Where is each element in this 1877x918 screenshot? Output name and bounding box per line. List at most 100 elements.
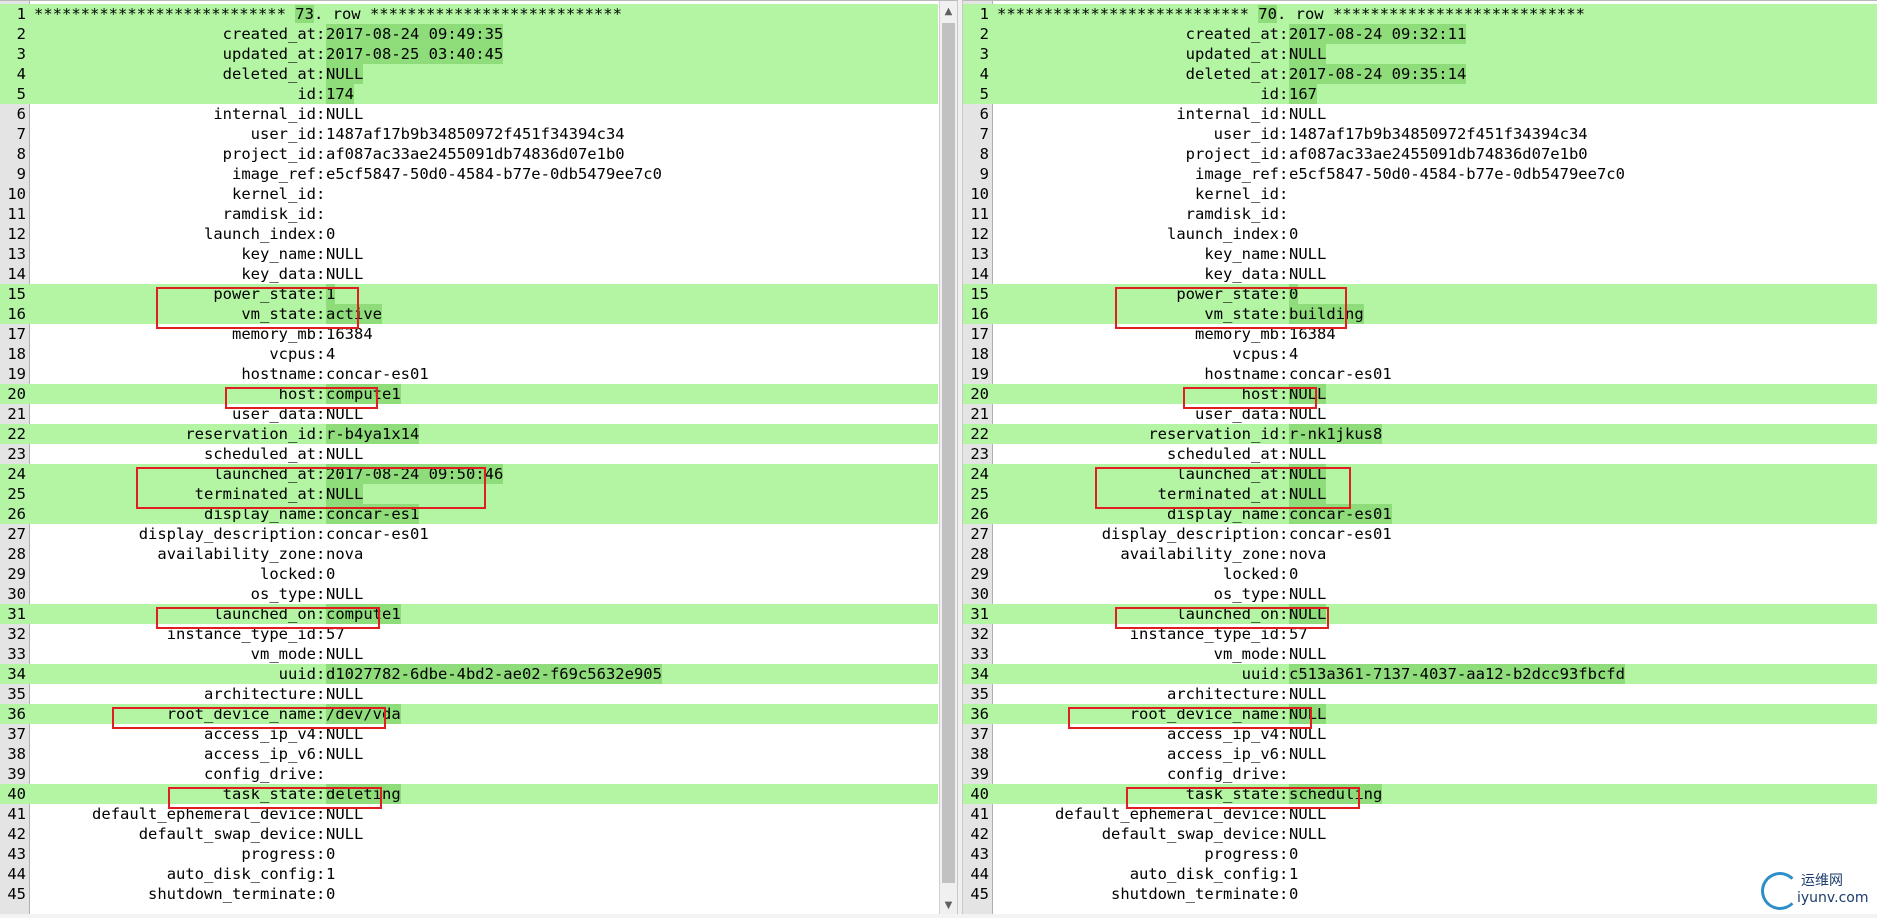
field-name: id: [297, 85, 316, 103]
field-separator: :: [1279, 845, 1289, 863]
field-value: af087ac33ae2455091db74836d07e1b0: [326, 145, 625, 163]
field-value: 57: [326, 625, 345, 643]
diff-line: 8 project_id: af087ac33ae2455091db74836d07…: [963, 144, 1877, 164]
field-separator: :: [316, 885, 326, 903]
field-value: NULL: [326, 484, 364, 504]
field-value: NULL: [1289, 805, 1327, 823]
field-separator: :: [1279, 485, 1289, 503]
field-value: compute1: [326, 384, 401, 404]
field-value: NULL: [326, 445, 364, 463]
line-number: 23: [7, 445, 26, 463]
line-number: 28: [7, 545, 26, 563]
field-name: image_ref: [232, 165, 316, 183]
field-separator: :: [1279, 45, 1289, 63]
field-value: 0: [326, 885, 336, 903]
diff-line: 40 task_state: deleting: [0, 784, 938, 804]
line-number: 16: [7, 305, 26, 323]
line-number: 25: [7, 485, 26, 503]
line-number: 10: [970, 185, 989, 203]
diff-line: 39 config_drive:: [963, 764, 1877, 784]
field-name: config_drive: [204, 765, 316, 783]
field-separator: :: [316, 745, 326, 763]
field-name: image_ref: [1195, 165, 1279, 183]
scrollbar-thumb[interactable]: [942, 23, 955, 883]
field-separator: :: [316, 85, 326, 103]
field-value: 4: [326, 345, 336, 363]
diff-line: 44 auto_disk_config:1: [0, 864, 938, 884]
field-name: architecture: [1167, 685, 1279, 703]
row-header-line: 1 *************************** 70. row ***…: [963, 4, 1877, 24]
field-separator: :: [316, 225, 326, 243]
field-separator: :: [1279, 325, 1289, 343]
field-value: nova: [1289, 545, 1327, 563]
line-number: 9: [16, 165, 26, 183]
field-value: 0: [1289, 565, 1299, 583]
diff-line: 12 launch_index:0: [963, 224, 1877, 244]
field-separator: :: [316, 665, 326, 683]
field-name: kernel_id: [1195, 185, 1279, 203]
field-name: updated_at: [222, 45, 316, 63]
scroll-down-arrow-icon[interactable]: ▼: [940, 897, 957, 914]
field-name: uuid: [1241, 665, 1279, 683]
left-compare-pane[interactable]: ▲ ▼ 1 *************************** 73. row…: [0, 0, 957, 918]
field-value: active: [326, 304, 382, 324]
line-number: 44: [7, 865, 26, 883]
field-name: display_name: [204, 505, 316, 523]
diff-line: 39 config_drive:: [0, 764, 938, 784]
field-value: building: [1289, 304, 1364, 324]
field-value: e5cf5847-50d0-4584-b77e-0db5479ee7c0: [1289, 165, 1625, 183]
line-number: 31: [7, 605, 26, 623]
field-value: NULL: [1289, 265, 1327, 283]
field-name: locked: [1223, 565, 1279, 583]
line-number: 35: [970, 685, 989, 703]
field-name: key_name: [241, 245, 316, 263]
line-number: 8: [979, 145, 989, 163]
line-number: 21: [970, 405, 989, 423]
line-number: 39: [7, 765, 26, 783]
diff-line: 4 deleted_at:2017-08-24 09:35:14: [963, 64, 1877, 84]
line-number: 42: [7, 825, 26, 843]
diff-line: 22 reservation_id: r-nk1jkus8: [963, 424, 1877, 444]
field-value: NULL: [1289, 585, 1327, 603]
scroll-up-arrow-icon[interactable]: ▲: [940, 3, 957, 20]
line-number: 12: [7, 225, 26, 243]
line-number: 33: [7, 645, 26, 663]
field-value: 57: [1289, 625, 1308, 643]
header-stars: ***************************: [34, 5, 296, 23]
diff-line: 27 display_description: concar-es01: [0, 524, 938, 544]
diff-line: 30 os_type: NULL: [963, 584, 1877, 604]
field-separator: :: [1279, 25, 1289, 43]
diff-line: 29 locked:0: [963, 564, 1877, 584]
field-value: NULL: [1289, 825, 1327, 843]
line-number: 31: [970, 605, 989, 623]
field-name: ramdisk_id: [222, 205, 316, 223]
diff-line: 42 default_swap_device: NULL: [963, 824, 1877, 844]
field-value: 4: [1289, 345, 1299, 363]
right-compare-pane[interactable]: 运维网 iyunv.com 1 *************************…: [963, 0, 1877, 918]
field-separator: :: [316, 825, 326, 843]
diff-line: 43 progress:0: [963, 844, 1877, 864]
header-row-number: 70: [1258, 5, 1277, 23]
line-number: 11: [7, 205, 26, 223]
header-row-number: 73: [295, 5, 314, 23]
diff-line: 28 availability_zone: nova: [963, 544, 1877, 564]
field-name: host: [278, 385, 316, 403]
line-number: 45: [7, 885, 26, 903]
diff-line: 9 image_ref: e5cf5847-50d0-4584-b77e-0db54…: [963, 164, 1877, 184]
line-number: 24: [7, 465, 26, 483]
diff-line: 34 uuid: c513a361-7137-4037-aa12-b2dcc93fb…: [963, 664, 1877, 684]
diff-line: 10 kernel_id:: [0, 184, 938, 204]
vertical-scrollbar[interactable]: ▲ ▼: [939, 1, 957, 918]
diff-line: 37 access_ip_v4: NULL: [963, 724, 1877, 744]
field-value: 2017-08-25 03:40:45: [326, 44, 504, 64]
field-name: user_id: [250, 125, 316, 143]
field-name: os_type: [1213, 585, 1279, 603]
field-name: launched_on: [1176, 605, 1279, 623]
line-number: 19: [970, 365, 989, 383]
field-name: key_name: [1204, 245, 1279, 263]
field-name: display_name: [1167, 505, 1279, 523]
field-value: 1: [326, 865, 336, 883]
field-separator: :: [316, 865, 326, 883]
field-name: scheduled_at: [1167, 445, 1279, 463]
field-value: NULL: [326, 645, 364, 663]
